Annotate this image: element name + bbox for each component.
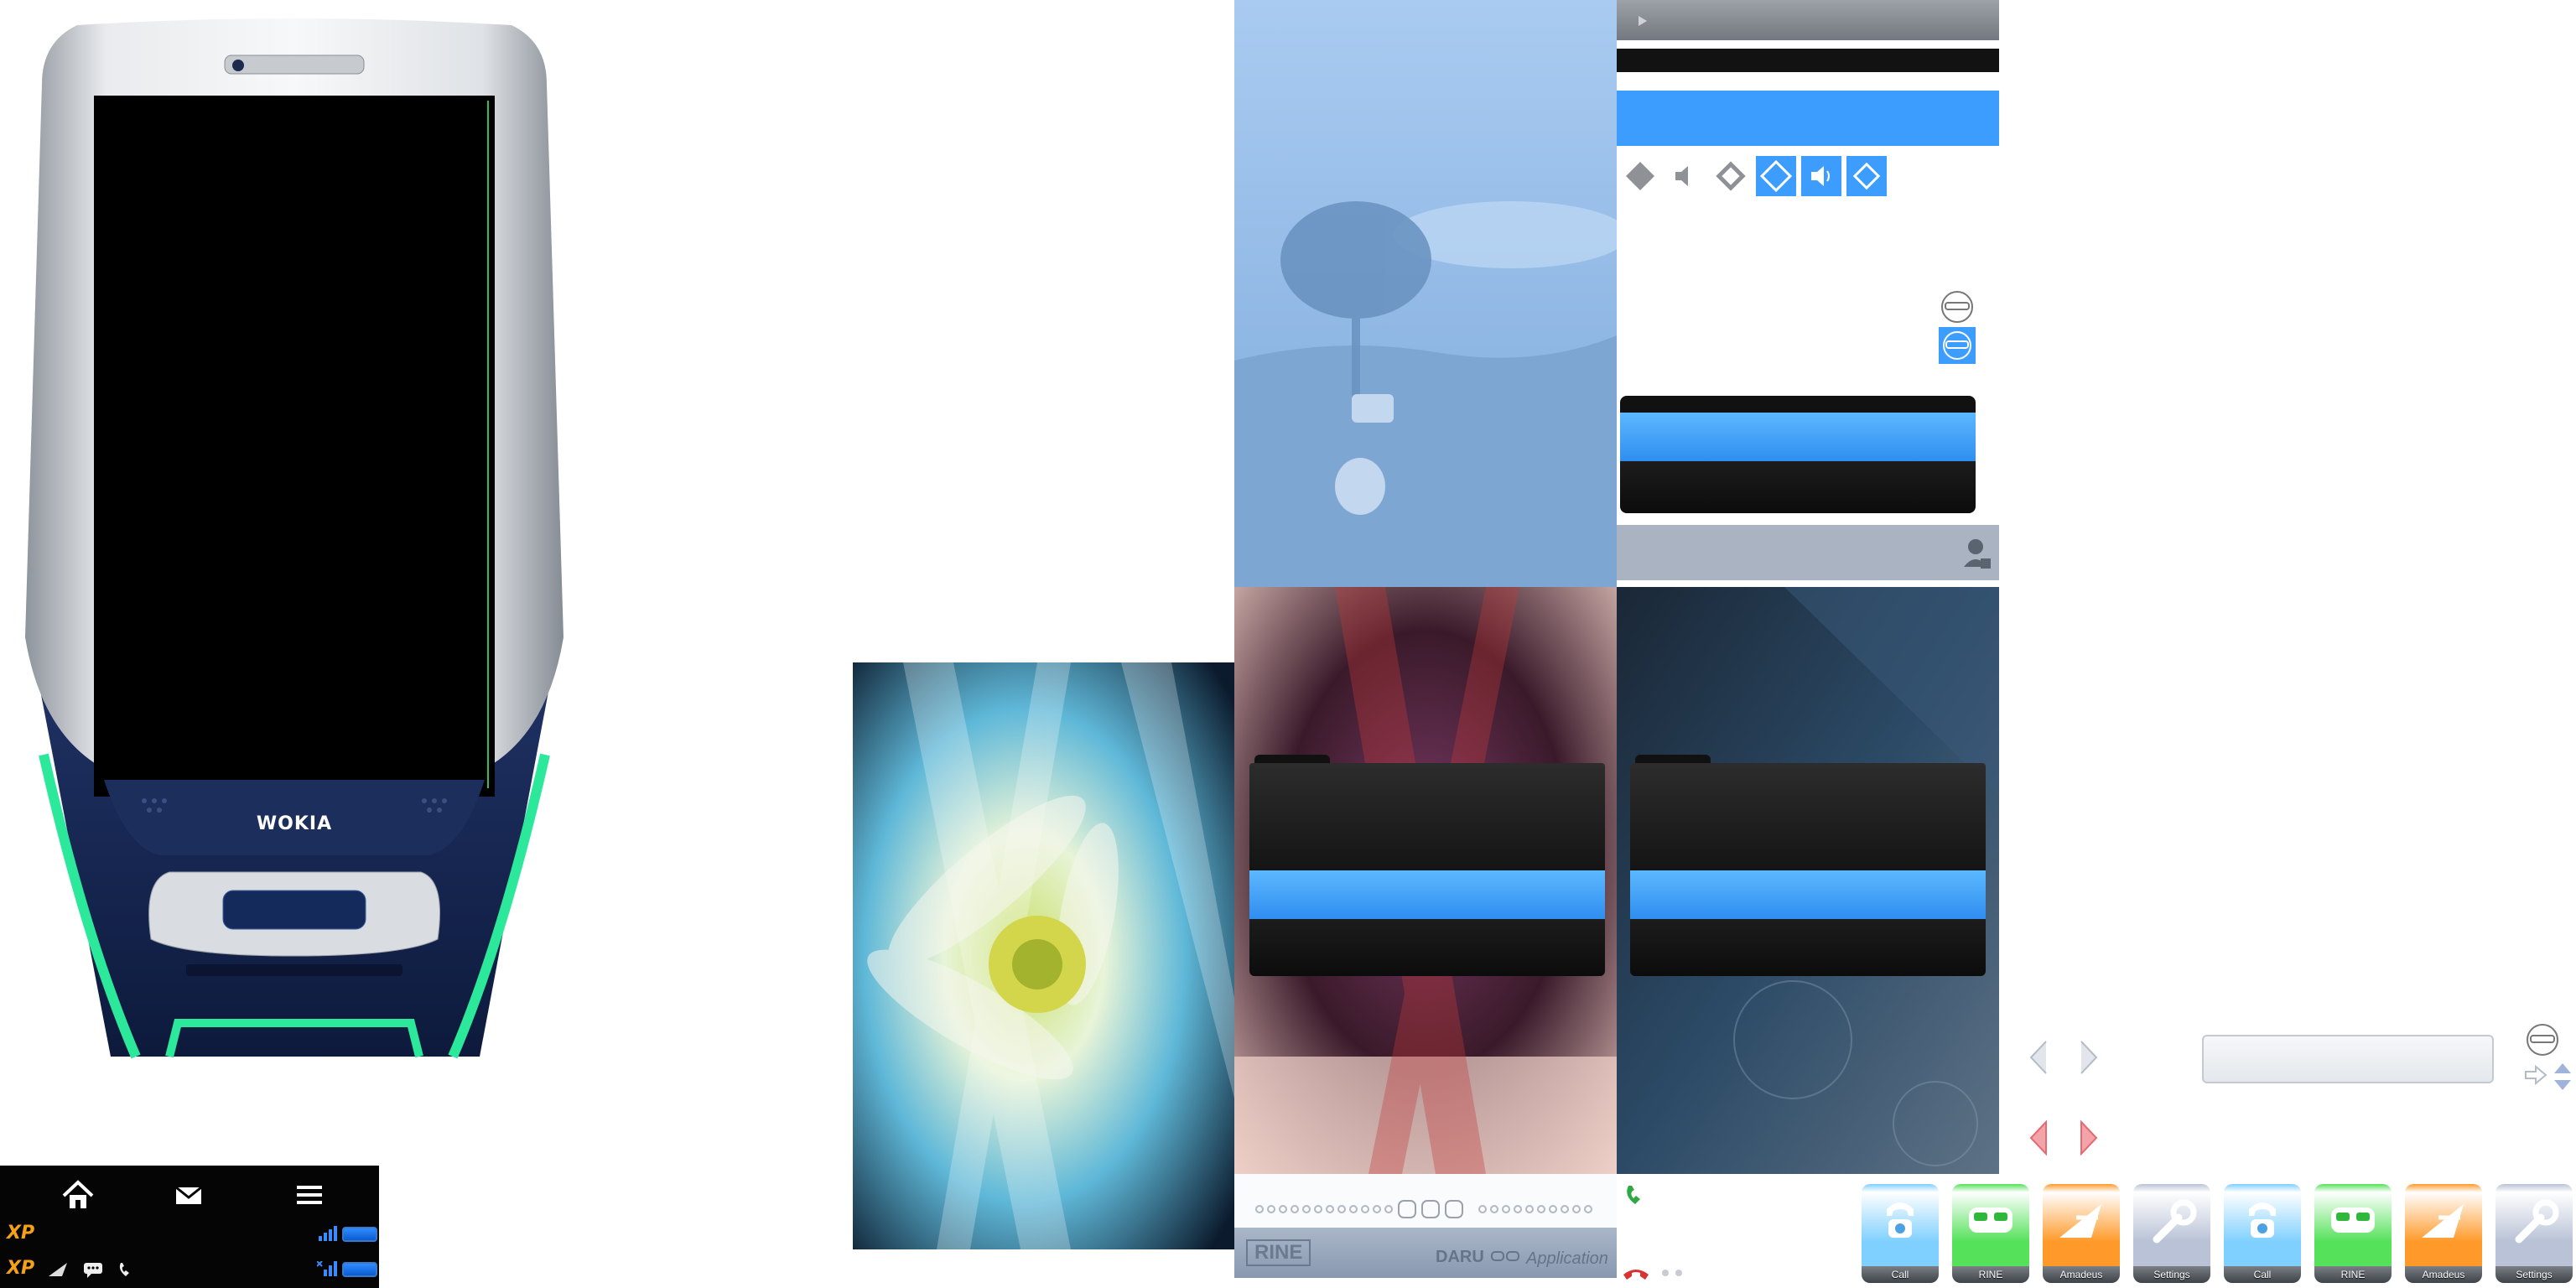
- app-rine-button[interactable]: RINE: [2314, 1184, 2392, 1283]
- mask-icon: [1969, 1208, 2012, 1233]
- daru-label: DARU: [1436, 1248, 1484, 1266]
- phone-frame: WOKIA: [10, 17, 579, 1073]
- forward-icon[interactable]: [2524, 1065, 2547, 1085]
- amadeus-icon: [2422, 1204, 2464, 1238]
- app-label: RINE: [2314, 1266, 2392, 1283]
- app-face: [2224, 1184, 2301, 1266]
- prev-arrow-icon[interactable]: [2028, 1040, 2048, 1075]
- application-label: Application: [1526, 1249, 1608, 1268]
- vivid-wallpaper: [1234, 587, 1617, 1174]
- dots-icon: [1662, 1270, 1682, 1276]
- menu-button[interactable]: [288, 1174, 330, 1216]
- amadeus-icon: [2059, 1204, 2101, 1238]
- dialog-sample-3: [1630, 755, 1986, 984]
- vibrate-icon: [1626, 162, 1654, 190]
- page-dots: [1255, 1200, 1592, 1218]
- wrench-icon: [2515, 1199, 2559, 1244]
- add-contact-icon: [1964, 539, 1991, 569]
- app-call-button[interactable]: Call: [2224, 1184, 2301, 1283]
- dialog-sample: [1620, 396, 1976, 513]
- play-icon: [1639, 16, 1647, 26]
- mask-icon: [2331, 1208, 2375, 1233]
- status-bar-bottom: XP: [0, 1251, 379, 1285]
- sound-off-button[interactable]: [1665, 156, 1706, 196]
- status-bar-top: XP: [0, 1216, 379, 1249]
- dark-wallpaper: [1617, 587, 1999, 1174]
- sky-wallpaper: [1234, 0, 1617, 587]
- highlight-bar[interactable]: [1617, 91, 1999, 146]
- signal-x-icon: [317, 1261, 337, 1276]
- vibrate-on-button[interactable]: [1756, 156, 1796, 196]
- xp-badge-2: XP: [7, 1258, 35, 1279]
- phone-icon: [2249, 1202, 2276, 1238]
- amadeus-icon: [49, 1263, 67, 1276]
- app-amadeus-button[interactable]: Amadeus: [2043, 1184, 2120, 1283]
- dark-bar: [1617, 49, 1999, 72]
- next-arrow-icon[interactable]: [2080, 1040, 2100, 1075]
- app-label: Call: [1862, 1266, 1939, 1283]
- contact-bar[interactable]: [1617, 525, 1999, 580]
- phone-icon: [119, 1263, 129, 1276]
- app-label-bar: RINE DARU Application: [1234, 1228, 1617, 1278]
- silent-on-icon: [1852, 162, 1881, 190]
- prev-arrow-active-icon[interactable]: [2028, 1120, 2048, 1156]
- app-settings-button[interactable]: Settings: [2496, 1184, 2573, 1283]
- vibrate-on-icon: [1759, 159, 1793, 193]
- sound-on-button[interactable]: [1801, 156, 1841, 196]
- call-accept-icon[interactable]: [1623, 1182, 1649, 1208]
- speaker-on-icon: [1811, 166, 1830, 186]
- call-reject-icon[interactable]: [1622, 1265, 1650, 1281]
- battery-icon-2: [342, 1262, 377, 1277]
- title-bar: [1617, 0, 1999, 40]
- app-label: Settings: [2133, 1266, 2210, 1283]
- home-button[interactable]: [57, 1174, 99, 1216]
- app-face: [1952, 1184, 2029, 1266]
- mail-icon: [175, 1186, 202, 1204]
- signal-icon: [319, 1226, 337, 1241]
- taskbar: XP XP: [0, 1166, 379, 1288]
- app-face: [2314, 1184, 2392, 1266]
- xp-badge: XP: [7, 1223, 35, 1244]
- widget-sheet: [1617, 0, 1999, 587]
- brand-logo: WOKIA: [256, 813, 333, 834]
- app-face: [2043, 1184, 2120, 1266]
- app-amadeus-button[interactable]: Amadeus: [2405, 1184, 2482, 1283]
- app-face: [1862, 1184, 1939, 1266]
- mask-small-icon[interactable]: [2524, 1021, 2561, 1058]
- wrench-icon: [2153, 1199, 2197, 1244]
- speaker-icon: [1675, 166, 1688, 186]
- dialog-sample-2: [1249, 755, 1605, 984]
- app-rine-button[interactable]: RINE: [1952, 1184, 2029, 1283]
- next-arrow-active-icon[interactable]: [2080, 1120, 2100, 1156]
- silent-icon: [1716, 161, 1746, 191]
- flower-wallpaper: [853, 662, 1234, 1249]
- app-label: Call: [2224, 1266, 2301, 1283]
- app-face: [2133, 1184, 2210, 1266]
- app-face: [2496, 1184, 2573, 1266]
- chat-bubble-icon: [1352, 394, 1394, 423]
- home-icon: [62, 1180, 94, 1208]
- spinner-icon[interactable]: [2551, 1060, 2574, 1093]
- app-settings-button[interactable]: Settings: [2133, 1184, 2210, 1283]
- app-call-button[interactable]: Call: [1862, 1184, 1939, 1283]
- menu-icon: [297, 1186, 322, 1204]
- mask-active-icon[interactable]: [1939, 327, 1976, 364]
- silent-button[interactable]: [1711, 156, 1751, 196]
- glasses-icon: [1491, 1251, 1519, 1261]
- app-face: [2405, 1184, 2482, 1266]
- chat-icon: [84, 1263, 102, 1278]
- app-label: Amadeus: [2043, 1266, 2120, 1283]
- app-label: Settings: [2496, 1266, 2573, 1283]
- app-label: RINE: [1952, 1266, 2029, 1283]
- silent-on-button[interactable]: [1846, 156, 1887, 196]
- page-indicator-strip: [1234, 1174, 1617, 1228]
- phone-icon: [1887, 1202, 1914, 1238]
- mask-icon[interactable]: [1939, 288, 1976, 325]
- app-label: Amadeus: [2405, 1266, 2482, 1283]
- rine-label: RINE: [1246, 1239, 1311, 1266]
- vibrate-off-button[interactable]: [1620, 156, 1660, 196]
- text-input[interactable]: [2202, 1035, 2494, 1083]
- mail-button[interactable]: [168, 1174, 210, 1216]
- battery-icon: [342, 1227, 377, 1242]
